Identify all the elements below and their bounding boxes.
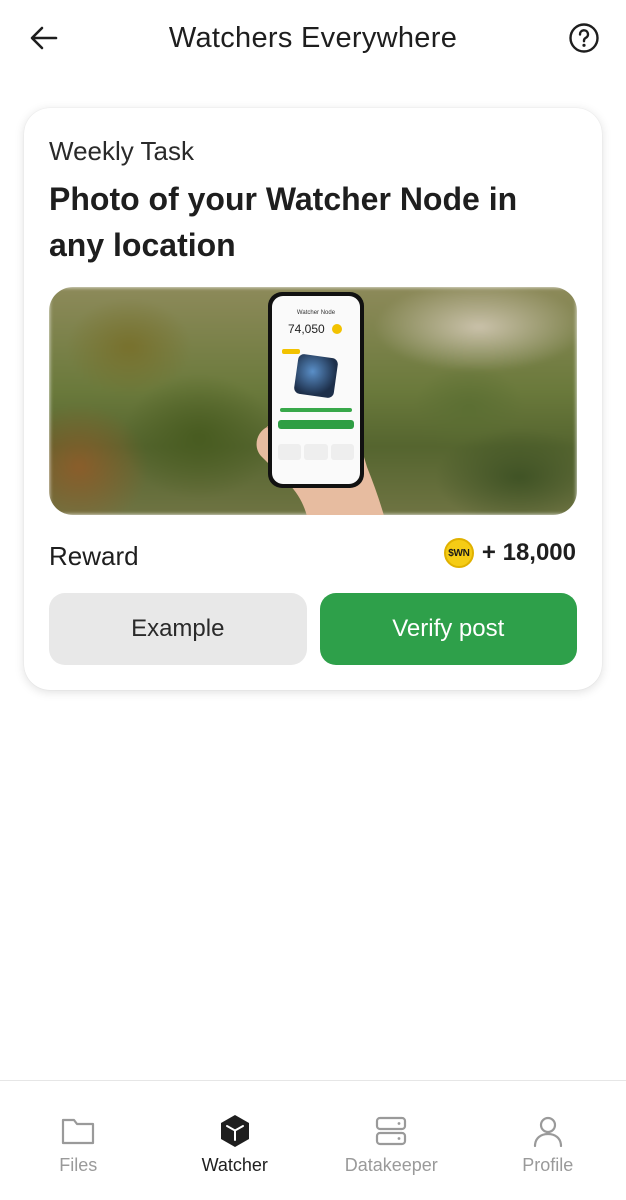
nav-item-datakeeper[interactable]: Datakeeper [313, 1081, 470, 1200]
phone-upgrade-chip [282, 349, 300, 354]
nav-label-profile: Profile [522, 1155, 574, 1175]
task-title: Photo of your Watcher Node in any locati… [49, 181, 518, 263]
nav-label-datakeeper: Datakeeper [344, 1155, 438, 1175]
help-button[interactable] [564, 18, 604, 58]
phone-cube-image [293, 353, 339, 399]
phone-image: Watcher Node 74,050 [268, 292, 364, 488]
nav-item-files[interactable]: Files [0, 1081, 157, 1200]
back-button[interactable] [24, 18, 64, 58]
reward-amount: + 18,000 [481, 539, 576, 566]
user-icon [530, 1113, 566, 1149]
server-icon [373, 1113, 409, 1149]
weekly-task-card: Weekly Task Photo of your Watcher Node i… [24, 108, 602, 690]
phone-tiles [278, 444, 354, 460]
phone-coin-icon [332, 324, 342, 334]
swn-coin-icon: $WN [443, 538, 474, 568]
nav-item-profile[interactable]: Profile [470, 1081, 626, 1200]
folder-icon [60, 1113, 96, 1149]
task-actions: Example Verify post [49, 593, 577, 665]
nav-item-watcher[interactable]: Watcher [157, 1081, 314, 1200]
bottom-navigation: Files Watcher Datakeeper Profile [0, 1080, 626, 1200]
phone-screen-balance: 74,050 [288, 322, 325, 336]
phone-launch-button [278, 420, 354, 429]
example-button[interactable]: Example [49, 593, 307, 665]
top-bar: Watchers Everywhere [0, 0, 626, 76]
nav-label-files: Files [59, 1155, 98, 1175]
task-example-image: Watcher Node 74,050 [49, 287, 577, 515]
phone-progress-bar [280, 408, 352, 412]
reward-label: Reward [49, 541, 139, 571]
question-circle-icon [569, 23, 599, 53]
arrow-left-icon [30, 26, 58, 50]
cube-icon [217, 1113, 253, 1149]
task-subtitle: Weekly Task [49, 136, 194, 166]
reward-value: $WN + 18,000 [443, 538, 576, 568]
phone-screen-title: Watcher Node [296, 310, 336, 316]
phone-screen: Watcher Node 74,050 [272, 296, 360, 484]
page-title: Watchers Everywhere [168, 21, 458, 54]
verify-post-button[interactable]: Verify post [319, 593, 577, 665]
nav-label-watcher: Watcher [201, 1155, 268, 1175]
